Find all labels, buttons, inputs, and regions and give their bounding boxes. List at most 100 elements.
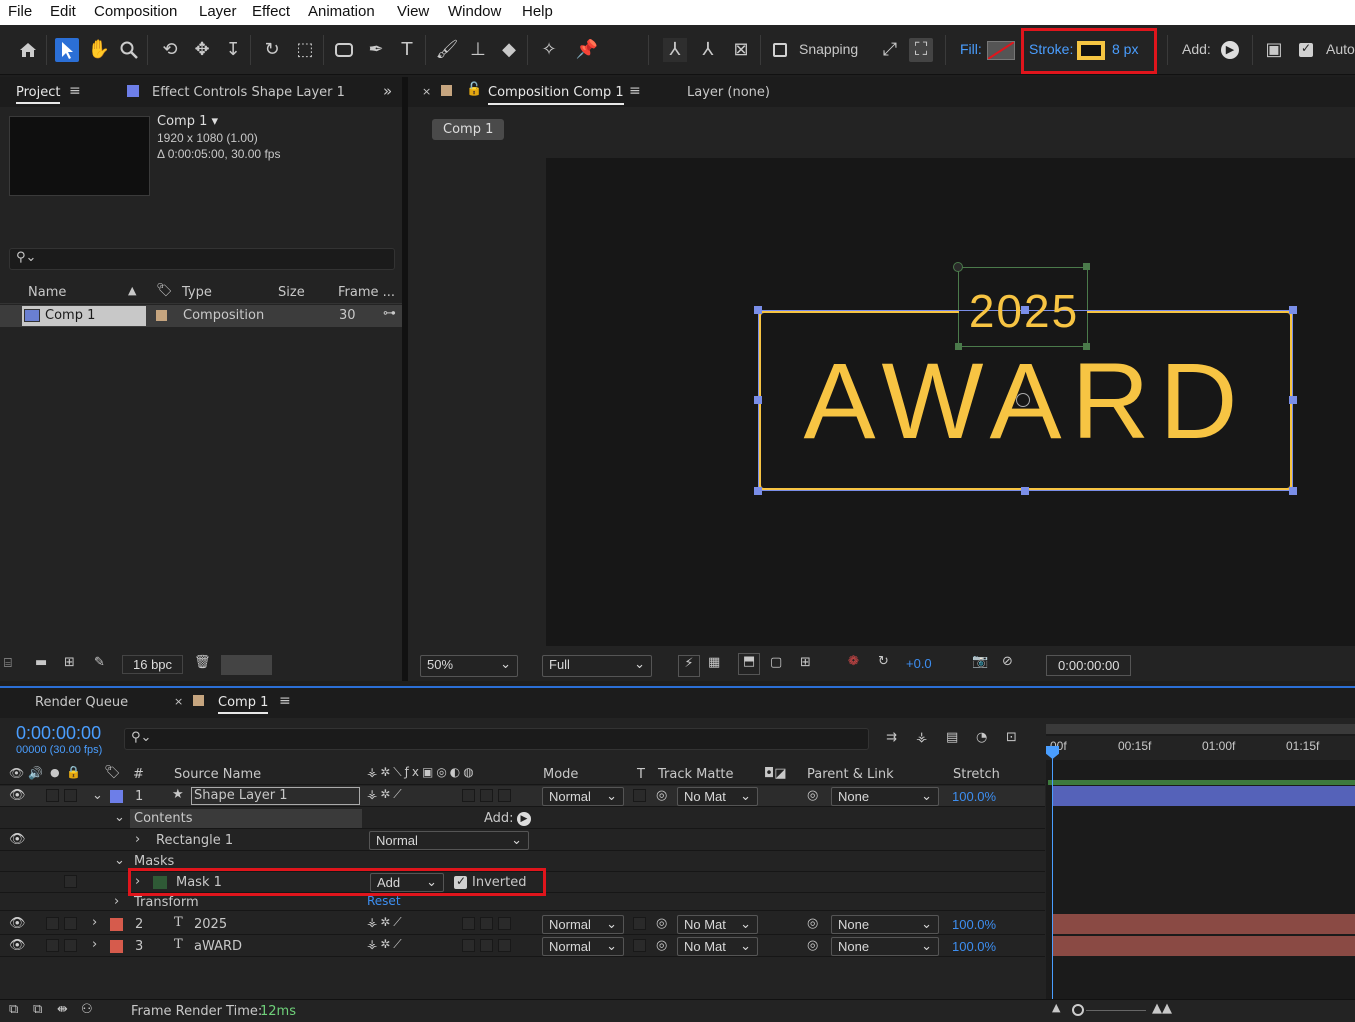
switch-box[interactable]	[462, 789, 475, 802]
comp-name[interactable]: Comp 1 ▾	[157, 114, 218, 129]
fill-swatch[interactable]	[987, 41, 1015, 60]
parent-dropdown[interactable]: None ⌄	[831, 937, 939, 956]
parent-dropdown[interactable]: None ⌄	[831, 787, 939, 806]
col-source-name[interactable]: Source Name	[174, 767, 261, 782]
toggle-modes-icon[interactable]: ⧉	[33, 1002, 42, 1017]
matte-link-icon[interactable]: ◎	[656, 788, 667, 803]
comp-breadcrumb[interactable]: Comp 1	[432, 119, 505, 140]
track-matte-dropdown[interactable]: No Mat ⌄	[677, 937, 758, 956]
mask-vertex[interactable]	[953, 262, 963, 272]
toggle-in-out-icon[interactable]: ⇼	[57, 1002, 68, 1017]
tab-layer[interactable]: Layer (none)	[687, 85, 770, 100]
local-axis-icon[interactable]: ⅄	[663, 38, 687, 62]
transform-reset-link[interactable]: Reset	[367, 894, 401, 908]
orbit-tool-icon[interactable]: ⟲	[158, 38, 182, 62]
col-name[interactable]: Name	[28, 285, 66, 300]
lock-switch[interactable]	[64, 789, 77, 802]
preserve-transparency-switch[interactable]	[633, 789, 646, 802]
zoom-dropdown[interactable]: 50% ⌄	[420, 655, 518, 677]
menu-help[interactable]: Help	[522, 3, 553, 20]
pick-whip-icon[interactable]: ◎	[807, 916, 818, 931]
layer-name[interactable]: Shape Layer 1	[191, 787, 360, 805]
panel-menu-icon[interactable]: ≡	[69, 83, 81, 99]
transform-handle[interactable]	[754, 306, 762, 314]
pan-behind-tool-icon[interactable]: ✥	[190, 38, 214, 62]
rotate-tool-icon[interactable]: ↻	[260, 38, 284, 62]
col-size[interactable]: Size	[278, 285, 305, 300]
panel-overflow-icon[interactable]: »	[383, 82, 392, 100]
resolution-dropdown[interactable]: Full ⌄	[542, 655, 652, 677]
rectangle-tool-icon[interactable]	[332, 38, 356, 62]
menu-layer[interactable]: Layer	[199, 3, 237, 20]
solo-switch[interactable]	[46, 917, 59, 930]
show-snapshot-icon[interactable]: ⊘	[1002, 654, 1013, 669]
rectangle-blend-dropdown[interactable]: Normal ⌄	[369, 831, 529, 850]
motion-blur-icon[interactable]: ◔	[976, 730, 987, 745]
render-time-icon[interactable]: ⚇	[81, 1002, 93, 1017]
layer-name[interactable]: aWARD	[194, 939, 242, 954]
layer-name[interactable]: 2025	[194, 917, 227, 932]
close-tab-icon[interactable]: ×	[422, 85, 431, 98]
graph-editor-icon[interactable]: ⊡	[1006, 730, 1017, 745]
snap-to-features-icon[interactable]: ⛶	[909, 38, 933, 62]
switch-box[interactable]	[462, 939, 475, 952]
world-axis-icon[interactable]: ⅄	[696, 38, 720, 62]
matte-link-icon[interactable]: ◎	[656, 916, 667, 931]
pen-tool-icon[interactable]: ✒	[364, 38, 388, 62]
auto-checkbox[interactable]	[1299, 41, 1313, 57]
shape-layer-icon[interactable]: ▣	[1262, 38, 1286, 62]
new-comp-icon[interactable]: ⊞	[64, 655, 75, 670]
col-frame[interactable]: Frame ...	[338, 285, 395, 300]
region-of-interest-icon[interactable]: ▢	[770, 655, 782, 670]
menu-window[interactable]: Window	[448, 3, 501, 20]
bpc-toggle[interactable]: 16 bpc	[122, 655, 184, 674]
grid-guides-icon[interactable]: ⊞	[800, 655, 811, 670]
fast-preview-icon[interactable]: ⚡	[678, 655, 700, 677]
eraser-tool-icon[interactable]: ◆	[497, 38, 521, 62]
menu-file[interactable]: File	[8, 3, 32, 20]
time-ruler[interactable]: 00f 00:15f 01:00f 01:15f	[1046, 736, 1355, 760]
playhead-line[interactable]	[1052, 748, 1053, 999]
snap-options-icon[interactable]: ⤢	[878, 38, 902, 62]
layer-row-1[interactable]: 👁 ⌄ 1 ★ Shape Layer 1 ⚶✲⟋ Normal ⌄ ◎ No M…	[0, 786, 1045, 807]
anchor-point-icon[interactable]	[1016, 393, 1030, 407]
matte-link-icon[interactable]: ◎	[656, 938, 667, 953]
sort-up-icon[interactable]: ▲	[128, 284, 136, 297]
layer-bar-3[interactable]	[1052, 936, 1355, 956]
layer-switches[interactable]: ⚶✲⟋	[367, 787, 405, 802]
solo-switch[interactable]	[46, 939, 59, 952]
contents-row[interactable]: ⌄ Contents Add: ▶	[0, 808, 1045, 829]
layer-row-3[interactable]: 👁 › 3 T aWARD ⚶✲⟋ Normal ⌄ ◎ No Mat ⌄ ◎ No…	[0, 936, 1045, 957]
switch-box[interactable]	[480, 917, 493, 930]
type-tool-icon[interactable]: T	[395, 38, 419, 62]
visibility-eye-icon[interactable]: 👁	[9, 938, 26, 953]
lock-switch[interactable]	[64, 917, 77, 930]
current-time[interactable]: 0:00:00:00	[16, 723, 101, 744]
switch-box[interactable]	[498, 917, 511, 930]
col-type[interactable]: Type	[182, 285, 212, 300]
layer-mode-dropdown[interactable]: Normal ⌄	[542, 787, 624, 806]
expand-chevron-right-icon[interactable]: ›	[92, 937, 97, 952]
snapshot-icon[interactable]: 📷	[972, 654, 988, 669]
zoom-out-icon[interactable]: ▲	[1052, 1001, 1060, 1014]
pick-whip-icon[interactable]: ◎	[807, 788, 818, 803]
zoom-slider-track[interactable]	[1086, 1010, 1146, 1011]
tab-composition[interactable]: Composition Comp 1	[488, 85, 624, 105]
comp-canvas[interactable]: 2025 AWARD	[546, 158, 1355, 646]
new-folder-icon[interactable]: ▬	[35, 655, 47, 670]
dolly-tool-icon[interactable]: ↧	[221, 38, 245, 62]
switch-box[interactable]	[498, 789, 511, 802]
stretch-value[interactable]: 100.0%	[952, 939, 996, 954]
zoom-tool-icon[interactable]	[117, 38, 141, 62]
item-label-swatch[interactable]	[156, 310, 167, 321]
preserve-transparency-switch[interactable]	[633, 939, 646, 952]
transform-handle[interactable]	[1289, 306, 1297, 314]
roto-brush-tool-icon[interactable]: ✧	[537, 38, 561, 62]
project-search-input[interactable]: ⚲⌄	[9, 248, 395, 270]
expand-chevron-down-icon[interactable]: ⌄	[92, 788, 103, 803]
tab-render-queue[interactable]: Render Queue	[35, 695, 128, 710]
reset-exposure-icon[interactable]: ↻	[878, 654, 889, 669]
timeline-graph[interactable]: 00f 00:15f 01:00f 01:15f	[1046, 724, 1355, 999]
view-axis-icon[interactable]: ⊠	[729, 38, 753, 62]
menu-edit[interactable]: Edit	[50, 3, 76, 20]
